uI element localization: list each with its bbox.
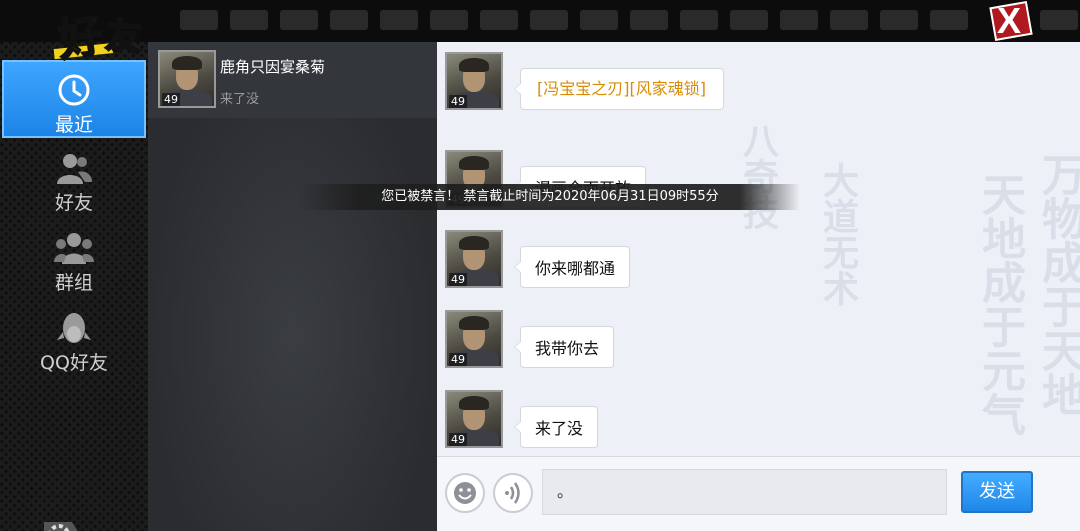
gear-icon[interactable] [42, 518, 82, 531]
group-icon [54, 233, 94, 264]
film-hole [230, 10, 268, 30]
film-hole [530, 10, 568, 30]
nav-tab-friends[interactable]: 好友 [2, 140, 146, 218]
close-icon: X [997, 0, 1022, 41]
avatar: 49 [445, 310, 503, 368]
background-calligraphy: 万物成于天地 [1034, 152, 1080, 416]
film-hole [330, 10, 368, 30]
qq-penguin-icon [57, 313, 91, 343]
film-hole [630, 10, 668, 30]
chat-input-bar: 发送 [437, 456, 1080, 531]
film-hole [780, 10, 818, 30]
send-button[interactable]: 发送 [961, 471, 1033, 513]
page-title: 好 友 [50, 2, 168, 68]
avatar: 49 [445, 230, 503, 288]
film-hole [430, 10, 468, 30]
emoji-button[interactable] [445, 473, 485, 513]
film-hole [280, 10, 318, 30]
level-badge: 49 [449, 273, 467, 286]
film-hole [180, 10, 218, 30]
nav-tab-recent[interactable]: 最近 [2, 60, 146, 138]
message-bubble-item-link[interactable]: [冯宝宝之刃][风家魂锁] [514, 68, 724, 110]
message-bubble: 来了没 [513, 406, 599, 448]
nav-tab-qq-friends[interactable]: QQ好友 [2, 300, 146, 378]
background-calligraphy: 八奇技 [737, 122, 779, 230]
level-badge: 49 [162, 93, 180, 106]
clock-icon [58, 74, 90, 106]
nav-tab-label: 最近 [54, 114, 93, 136]
level-badge: 49 [449, 433, 467, 446]
mute-notice-banner: 您已被禁言！ 禁言截止时间为2020年06月31日09时55分 [300, 184, 800, 210]
film-hole [1040, 10, 1078, 30]
avatar: 49 [445, 52, 503, 110]
avatar: 49 [445, 390, 503, 448]
film-hole [730, 10, 768, 30]
message-bubble: 我带你去 [513, 326, 615, 368]
level-badge: 49 [449, 95, 467, 108]
film-hole [380, 10, 418, 30]
message-input[interactable] [542, 469, 947, 515]
background-calligraphy: 天地成于元气 [974, 172, 1025, 436]
film-hole [580, 10, 618, 30]
nav-tab-groups[interactable]: 群组 [2, 220, 146, 298]
contact-name: 鹿角只因宴桑菊 [220, 58, 326, 76]
contact-item[interactable]: 49 鹿角只因宴桑菊 来了没 [148, 42, 437, 118]
title-char-1: 好 [54, 9, 107, 68]
person-icon [57, 154, 92, 184]
left-nav: 最近 好友 群组 QQ好友 [0, 42, 148, 531]
chat-area: 天地成于元气 万物成于天地 大道无术 八奇技 49 [冯宝宝之刃][风家魂锁] … [437, 42, 1080, 456]
voice-icon [505, 482, 520, 504]
smiley-icon [454, 482, 476, 504]
level-badge: 49 [449, 353, 467, 366]
contact-list: 49 鹿角只因宴桑菊 来了没 [148, 42, 437, 531]
film-hole [680, 10, 718, 30]
nav-tab-label: 群组 [54, 272, 93, 294]
film-hole [480, 10, 518, 30]
title-char-2: 友 [103, 14, 144, 60]
voice-button[interactable] [493, 473, 533, 513]
close-button[interactable]: X [986, 0, 1040, 42]
film-hole [880, 10, 918, 30]
nav-tab-label: 好友 [54, 192, 93, 214]
contact-last-message: 来了没 [220, 92, 260, 107]
nav-tab-label: QQ好友 [40, 352, 108, 374]
message-bubble: 你来哪都通 [513, 246, 631, 288]
film-hole [930, 10, 968, 30]
film-hole [830, 10, 868, 30]
background-calligraphy: 大道无术 [817, 162, 859, 306]
